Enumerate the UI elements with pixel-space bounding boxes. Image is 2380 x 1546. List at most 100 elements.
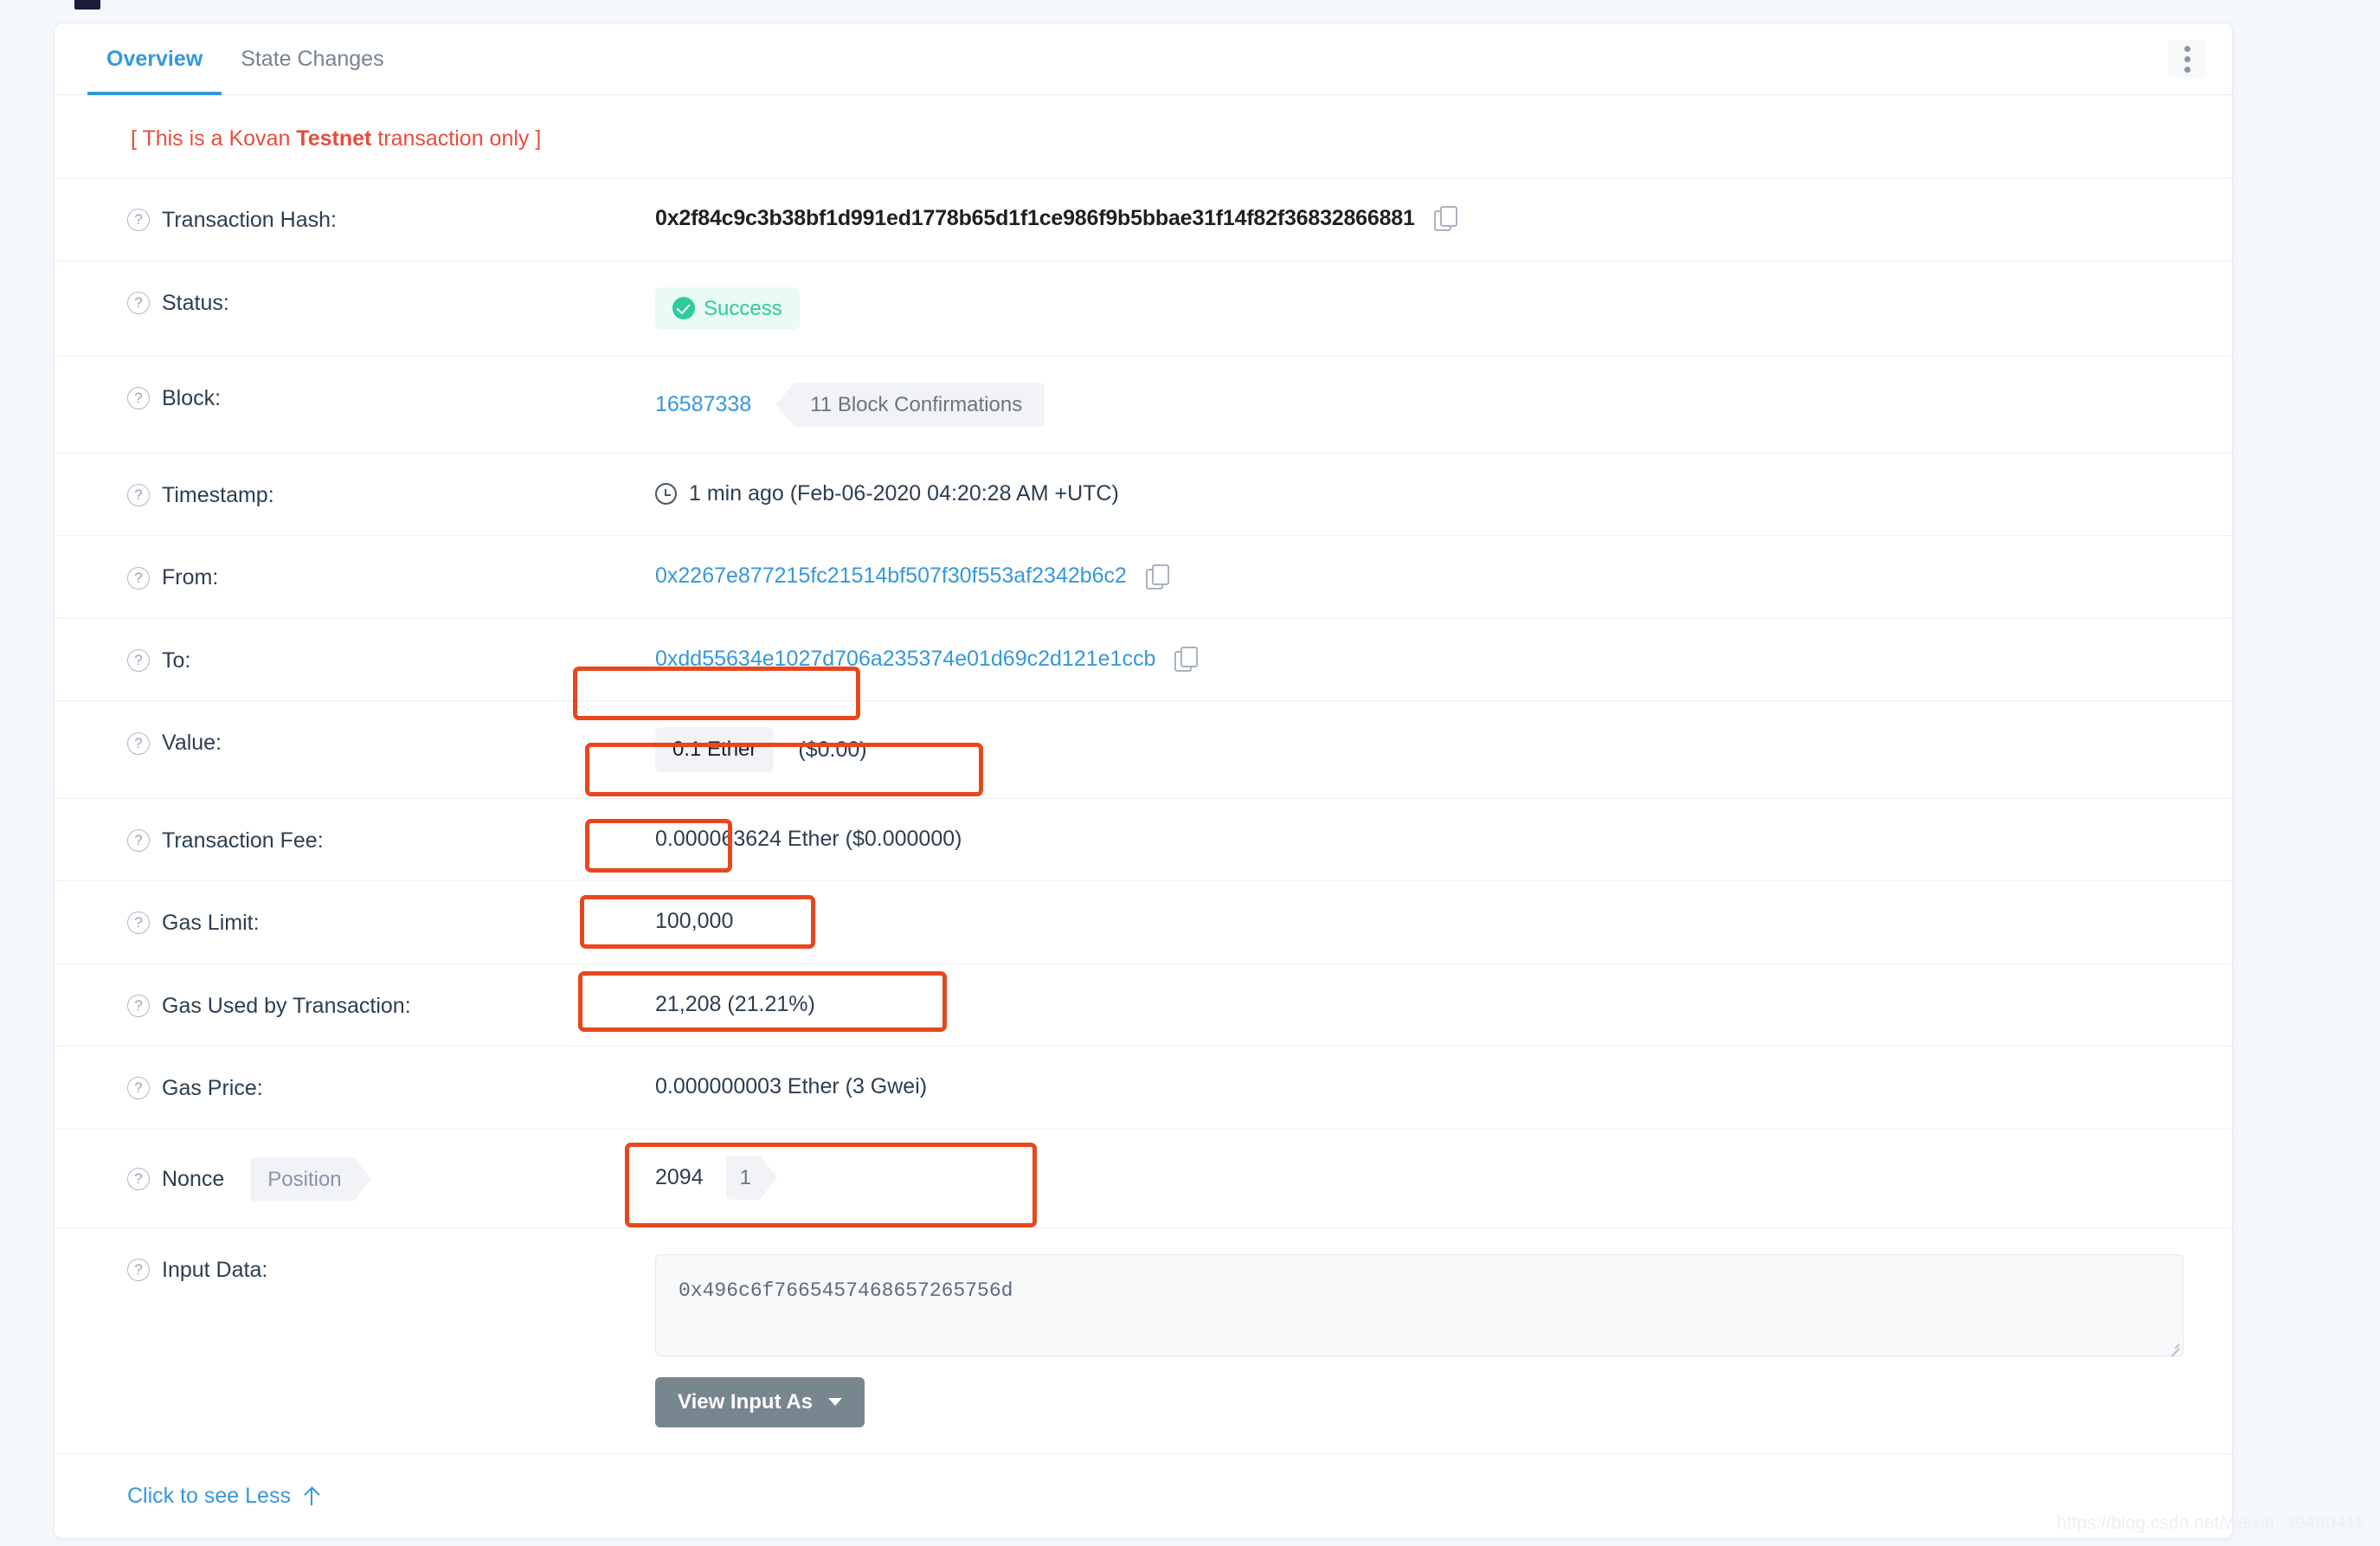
status-label: Status: bbox=[162, 290, 229, 315]
help-icon[interactable]: ? bbox=[127, 291, 150, 314]
to-label: To: bbox=[162, 647, 191, 673]
row-gas-limit: ? Gas Limit: 100,000 bbox=[55, 880, 2232, 963]
input-data-field[interactable] bbox=[655, 1253, 2184, 1356]
transaction-fee-label: Transaction Fee: bbox=[162, 828, 324, 853]
row-block: ? Block: 16587338 11 Block Confirmations bbox=[55, 355, 2232, 453]
row-value: 0.1 Ether ($0.00) bbox=[655, 727, 2184, 772]
card-footer: Click to see Less bbox=[55, 1453, 2232, 1538]
status-badge-label: Success bbox=[704, 296, 782, 320]
row-label: ? Gas Price: bbox=[127, 1073, 655, 1103]
row-label: ? Transaction Fee: bbox=[127, 825, 655, 855]
row-value: 16587338 11 Block Confirmations bbox=[655, 382, 2184, 427]
help-icon[interactable]: ? bbox=[127, 731, 150, 755]
row-label: ? Value: bbox=[127, 727, 655, 757]
from-address-link[interactable]: 0x2267e877215fc21514bf507f30f553af2342b6… bbox=[655, 562, 1127, 590]
help-icon[interactable]: ? bbox=[127, 911, 150, 935]
row-value: Success bbox=[655, 287, 2184, 330]
view-input-as-button[interactable]: View Input As bbox=[655, 1376, 865, 1427]
kebab-dot bbox=[2184, 45, 2190, 52]
arrow-up-icon bbox=[305, 1487, 318, 1506]
gas-used-value: 21,208 (21.21%) bbox=[655, 991, 815, 1016]
input-data-label: Input Data: bbox=[162, 1257, 268, 1282]
row-value: 1 min ago (Feb-06-2020 04:20:28 AM +UTC) bbox=[655, 480, 2184, 508]
from-label: From: bbox=[162, 565, 219, 590]
copy-icon[interactable] bbox=[1145, 564, 1169, 589]
row-label: ? Gas Limit: bbox=[127, 907, 655, 937]
row-label: ? Status: bbox=[127, 287, 655, 318]
testnet-notice-bold: Testnet bbox=[296, 126, 372, 151]
gas-price-label: Gas Price: bbox=[162, 1076, 263, 1101]
row-value: 0x2267e877215fc21514bf507f30f553af2342b6… bbox=[655, 562, 2184, 590]
help-icon[interactable]: ? bbox=[127, 1168, 150, 1191]
help-icon[interactable]: ? bbox=[127, 209, 150, 232]
view-input-as-label: View Input As bbox=[678, 1389, 814, 1414]
row-label: ? From: bbox=[127, 562, 655, 592]
gas-limit-label: Gas Limit: bbox=[162, 911, 260, 936]
to-address-link[interactable]: 0xdd55634e1027d706a235374e01d69c2d121e1c… bbox=[655, 645, 1155, 673]
kebab-dot bbox=[2184, 66, 2190, 73]
copy-icon[interactable] bbox=[1174, 647, 1199, 673]
card-header: Overview State Changes bbox=[55, 23, 2232, 95]
help-icon[interactable]: ? bbox=[127, 1259, 150, 1281]
see-less-label: Click to see Less bbox=[127, 1483, 291, 1508]
cut-off-top-bar bbox=[0, 0, 2380, 12]
row-value: 0.000000003 Ether (3 Gwei) bbox=[655, 1073, 2184, 1101]
row-label: ? Nonce Position bbox=[127, 1156, 655, 1201]
block-confirmations-badge: 11 Block Confirmations bbox=[775, 382, 1045, 427]
row-gas-used: ? Gas Used by Transaction: 21,208 (21.21… bbox=[55, 963, 2232, 1047]
click-to-see-less-link[interactable]: Click to see Less bbox=[127, 1484, 318, 1509]
value-usd-amount: ($0.00) bbox=[798, 737, 867, 762]
testnet-notice-prefix: [ This is a Kovan bbox=[131, 126, 297, 151]
transaction-hash-label: Transaction Hash: bbox=[162, 208, 337, 232]
position-value: 1 bbox=[726, 1156, 777, 1200]
nonce-value: 2094 bbox=[655, 1164, 704, 1189]
row-from: ? From: 0x2267e877215fc21514bf507f30f553… bbox=[55, 535, 2232, 618]
clock-icon bbox=[655, 482, 677, 505]
row-value: 21,208 (21.21%) bbox=[655, 990, 2184, 1019]
copy-icon[interactable] bbox=[1433, 206, 1457, 232]
row-label: ? Input Data: bbox=[127, 1254, 655, 1285]
timestamp-value: 1 min ago (Feb-06-2020 04:20:28 AM +UTC) bbox=[689, 480, 1119, 506]
row-value: 2094 1 bbox=[655, 1156, 2184, 1200]
row-nonce: ? Nonce Position 2094 1 bbox=[55, 1128, 2232, 1227]
row-value: 0x2f84c9c3b38bf1d991ed1778b65d1f1ce986f9… bbox=[655, 204, 2184, 233]
help-icon[interactable]: ? bbox=[127, 484, 150, 507]
transaction-hash-value: 0x2f84c9c3b38bf1d991ed1778b65d1f1ce986f9… bbox=[655, 206, 1415, 230]
row-value-amount: ? Value: 0.1 Ether ($0.00) bbox=[55, 700, 2232, 797]
input-data-wrap bbox=[655, 1253, 2184, 1356]
kebab-menu-icon[interactable] bbox=[2168, 40, 2206, 78]
tab-state-changes[interactable]: State Changes bbox=[222, 23, 402, 94]
row-value: 100,000 bbox=[655, 907, 2184, 936]
row-input-data: ? Input Data: View Input As bbox=[55, 1227, 2232, 1453]
value-label: Value: bbox=[162, 731, 222, 756]
status-badge: Success bbox=[655, 287, 800, 330]
value-ether-amount: 0.1 Ether bbox=[655, 727, 775, 772]
help-icon[interactable]: ? bbox=[127, 649, 150, 673]
row-gas-price: ? Gas Price: 0.000000003 Ether (3 Gwei) bbox=[55, 1046, 2232, 1129]
testnet-notice: [ This is a Kovan Testnet transaction on… bbox=[55, 95, 2232, 177]
tab-overview[interactable]: Overview bbox=[87, 23, 222, 95]
watermark: https://blog.csdn.net/weixin_39430411 bbox=[2056, 1513, 2364, 1533]
testnet-notice-suffix: transaction only ] bbox=[371, 126, 542, 151]
row-label: ? Timestamp: bbox=[127, 480, 655, 510]
help-icon[interactable]: ? bbox=[127, 386, 150, 409]
site-logo-icon bbox=[74, 0, 100, 10]
timestamp-label: Timestamp: bbox=[162, 482, 274, 507]
row-label: ? Transaction Hash: bbox=[127, 204, 655, 235]
row-transaction-hash: ? Transaction Hash: 0x2f84c9c3b38bf1d991… bbox=[55, 177, 2232, 261]
tab-bar: Overview State Changes bbox=[87, 23, 2232, 95]
position-tag: Position bbox=[250, 1157, 370, 1201]
help-icon[interactable]: ? bbox=[127, 566, 150, 589]
tab-overview-label: Overview bbox=[106, 46, 203, 71]
help-icon[interactable]: ? bbox=[127, 1077, 150, 1100]
row-label: ? Gas Used by Transaction: bbox=[127, 990, 655, 1021]
row-to: ? To: 0xdd55634e1027d706a235374e01d69c2d… bbox=[55, 617, 2232, 701]
cut-off-top-bar-content bbox=[0, 0, 2380, 12]
row-status: ? Status: Success bbox=[55, 260, 2232, 356]
help-icon[interactable]: ? bbox=[127, 994, 150, 1017]
row-value: 0.000063624 Ether ($0.000000) bbox=[655, 825, 2184, 854]
row-label: ? Block: bbox=[127, 383, 655, 413]
block-number-link[interactable]: 16587338 bbox=[655, 390, 751, 419]
gas-used-label: Gas Used by Transaction: bbox=[162, 993, 411, 1018]
help-icon[interactable]: ? bbox=[127, 828, 150, 852]
